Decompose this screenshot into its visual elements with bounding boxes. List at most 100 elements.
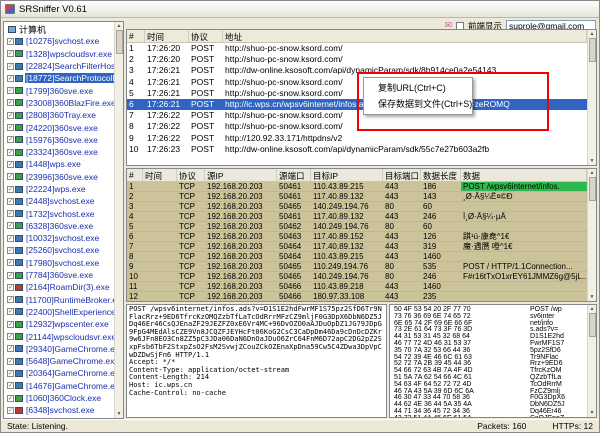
request-row[interactable]: 917:26:22POSThttp://120.92.33.171/httpdn… xyxy=(127,133,587,144)
column-header[interactable]: # xyxy=(127,169,143,181)
packet-row[interactable]: 7TCP192.168.20.20350464117.40.89.1324433… xyxy=(127,242,587,252)
packet-row[interactable]: 1TCP192.168.20.20350461110.43.89.2154431… xyxy=(127,182,587,192)
request-row[interactable]: 317:26:21POSThttp://dw-online.ksosoft.co… xyxy=(127,65,587,76)
tree-item[interactable]: ✓[1799]360sve.exe xyxy=(5,84,114,96)
packet-row[interactable]: 6TCP192.168.20.20350463117.40.89.1524431… xyxy=(127,232,587,242)
checkbox-icon[interactable]: ✓ xyxy=(7,173,14,180)
tree-item[interactable]: ✓[23996]360sve.exe xyxy=(5,171,114,183)
tree-item[interactable]: ✓[14676]GameChrome.exe xyxy=(5,380,114,392)
request-row[interactable]: 117:26:20POSThttp://shuo-pc-snow.ksord.c… xyxy=(127,43,587,54)
tree-item[interactable]: ✓[1060]360Clock.exe xyxy=(5,392,114,404)
checkbox-icon[interactable]: ✓ xyxy=(7,333,14,340)
hex-scrollbar[interactable]: ▲ ▼ xyxy=(587,305,596,417)
tree-item[interactable]: ✓[7784]360sve.exe xyxy=(5,269,114,281)
checkbox-icon[interactable]: ✓ xyxy=(7,296,14,303)
checkbox-icon[interactable]: ✓ xyxy=(7,124,14,131)
column-header[interactable]: 协议 xyxy=(189,30,223,42)
checkbox-icon[interactable]: ✓ xyxy=(7,63,14,70)
checkbox-icon[interactable]: ✓ xyxy=(7,259,14,266)
request-row[interactable]: 717:26:22POSThttp://shuo-pc-snow.ksord.c… xyxy=(127,110,587,121)
packet-scrollbar[interactable]: ▲ ▼ xyxy=(587,169,596,301)
checkbox-icon[interactable]: ✓ xyxy=(7,161,14,168)
checkbox-icon[interactable]: ✓ xyxy=(7,407,14,414)
checkbox-icon[interactable]: ✓ xyxy=(7,284,14,291)
tree-item[interactable]: ✓[10276]svchost.exe xyxy=(5,35,114,47)
tree-item[interactable]: ✓[29340]GameChrome.exe xyxy=(5,343,114,355)
tree-item[interactable]: ✓[21144]wpscloudsvr.exe xyxy=(5,330,114,342)
packet-row[interactable]: 3TCP192.168.20.20350465140.249.194.76806… xyxy=(127,202,587,212)
column-header[interactable]: 地址 xyxy=(223,30,587,42)
checkbox-icon[interactable]: ✓ xyxy=(7,395,14,402)
scroll-up-icon[interactable]: ▲ xyxy=(590,305,595,313)
tree-item[interactable]: ✓[10032]svchost.exe xyxy=(5,232,114,244)
detail-text-panel[interactable]: POST /wpsv6internet/infos.ads?v=D1S1E2hd… xyxy=(126,304,387,418)
column-header[interactable]: 源端口 xyxy=(277,169,311,181)
request-row[interactable]: 517:26:21POSThttp://shuo-pc-snow.ksord.c… xyxy=(127,88,587,99)
tree-item[interactable]: ✓[2448]svchost.exe xyxy=(5,195,114,207)
scroll-thumb[interactable] xyxy=(589,313,596,337)
column-header[interactable]: 源IP xyxy=(205,169,277,181)
checkbox-icon[interactable]: ✓ xyxy=(7,272,14,279)
scroll-thumb[interactable] xyxy=(116,30,123,54)
checkbox-icon[interactable]: ✓ xyxy=(7,222,14,229)
tree-item[interactable]: ✓[1732]svchost.exe xyxy=(5,207,114,219)
column-header[interactable]: 数据 xyxy=(461,169,587,181)
scroll-down-icon[interactable]: ▼ xyxy=(590,157,595,165)
packet-row[interactable]: 12TCP192.168.20.20350466180.97.33.108443… xyxy=(127,292,587,301)
tree-item[interactable]: ✓[5648]GameChrome.exe xyxy=(5,355,114,367)
tree-item[interactable]: ✓[1328]wpscloudsvr.exe xyxy=(5,48,114,60)
scroll-down-icon[interactable]: ▼ xyxy=(590,409,595,417)
packet-row[interactable]: 2TCP192.168.20.20350461117.40.89.1324431… xyxy=(127,192,587,202)
tree-scrollbar[interactable]: ▲ ▼ xyxy=(114,22,123,418)
tree-item[interactable]: ✓[23324]360sve.exe xyxy=(5,146,114,158)
checkbox-icon[interactable]: ✓ xyxy=(7,87,14,94)
tree-item[interactable]: ✓[1448]wps.exe xyxy=(5,158,114,170)
checkbox-icon[interactable]: ✓ xyxy=(7,321,14,328)
tree-item[interactable]: ✓[6348]svchost.exe xyxy=(5,404,114,416)
column-header[interactable]: 目标端口 xyxy=(383,169,421,181)
tree-item[interactable]: ✓[18772]SearchProtocolHost. xyxy=(5,72,114,84)
tree-item[interactable]: ✓[6328]360sve.exe xyxy=(5,220,114,232)
checkbox-icon[interactable]: ✓ xyxy=(7,345,14,352)
packet-row[interactable]: 11TCP192.168.20.20350466110.43.89.218443… xyxy=(127,282,587,292)
packet-row[interactable]: 9TCP192.168.20.20350465110.249.194.76805… xyxy=(127,262,587,272)
packet-row[interactable]: 8TCP192.168.20.20350464110.43.89.2154431… xyxy=(127,252,587,262)
checkbox-icon[interactable]: ✓ xyxy=(7,50,14,57)
tree-item[interactable]: ✓[2808]360Tray.exe xyxy=(5,109,114,121)
packet-row[interactable]: 10TCP192.168.20.20350465140.249.194.7680… xyxy=(127,272,587,282)
column-header[interactable]: 数据长度 xyxy=(421,169,461,181)
scroll-up-icon[interactable]: ▲ xyxy=(590,169,595,177)
request-row[interactable]: 417:26:21POSThttp://shuo-pc-snow.ksord.c… xyxy=(127,77,587,88)
checkbox-icon[interactable]: ✓ xyxy=(7,358,14,365)
checkbox-icon[interactable]: ✓ xyxy=(7,370,14,377)
tree-item[interactable]: ✓[22224]wps.exe xyxy=(5,183,114,195)
tree-item[interactable]: ✓[2164]RoamDir(3).exe xyxy=(5,281,114,293)
checkbox-icon[interactable]: ✓ xyxy=(7,186,14,193)
context-menu-item[interactable]: 保存数据到文件(Ctrl+S) xyxy=(364,96,472,112)
context-menu-item[interactable]: 复制URL(Ctrl+C) xyxy=(364,80,472,96)
request-row[interactable]: 817:26:22POSThttp://shuo-pc-snow.ksord.c… xyxy=(127,121,587,132)
tree-item[interactable]: ✓[17980]svchost.exe xyxy=(5,257,114,269)
checkbox-icon[interactable]: ✓ xyxy=(7,38,14,45)
column-header[interactable]: 时间 xyxy=(143,169,177,181)
request-scrollbar[interactable]: ▲ ▼ xyxy=(587,30,596,165)
tree-item[interactable]: ✓[22824]SearchFilterHost.ex xyxy=(5,60,114,72)
tree-item[interactable]: ✓[15976]360sve.exe xyxy=(5,134,114,146)
column-header[interactable]: # xyxy=(127,30,145,42)
checkbox-icon[interactable]: ✓ xyxy=(7,235,14,242)
tree-item[interactable]: ✓[20364]GameChrome.exe xyxy=(5,367,114,379)
tree-item[interactable]: ✓[12932]wpscenter.exe xyxy=(5,318,114,330)
tree-root[interactable]: 计算机 xyxy=(5,23,114,35)
tree-item[interactable]: ✓[22400]ShellExperienceHost xyxy=(5,306,114,318)
packet-row[interactable]: 5TCP192.168.20.20350462140.249.194.76806… xyxy=(127,222,587,232)
scroll-thumb[interactable] xyxy=(589,38,596,62)
packet-row[interactable]: 4TCP192.168.20.20350461117.40.89.1324432… xyxy=(127,212,587,222)
scroll-down-icon[interactable]: ▼ xyxy=(590,293,595,301)
checkbox-icon[interactable]: ✓ xyxy=(7,247,14,254)
checkbox-icon[interactable]: ✓ xyxy=(7,149,14,156)
checkbox-icon[interactable]: ✓ xyxy=(7,136,14,143)
tree-item[interactable]: ✓[11700]RuntimeBroker.exe xyxy=(5,294,114,306)
checkbox-icon[interactable]: ✓ xyxy=(7,75,14,82)
scroll-up-icon[interactable]: ▲ xyxy=(590,30,595,38)
checkbox-icon[interactable]: ✓ xyxy=(7,382,14,389)
